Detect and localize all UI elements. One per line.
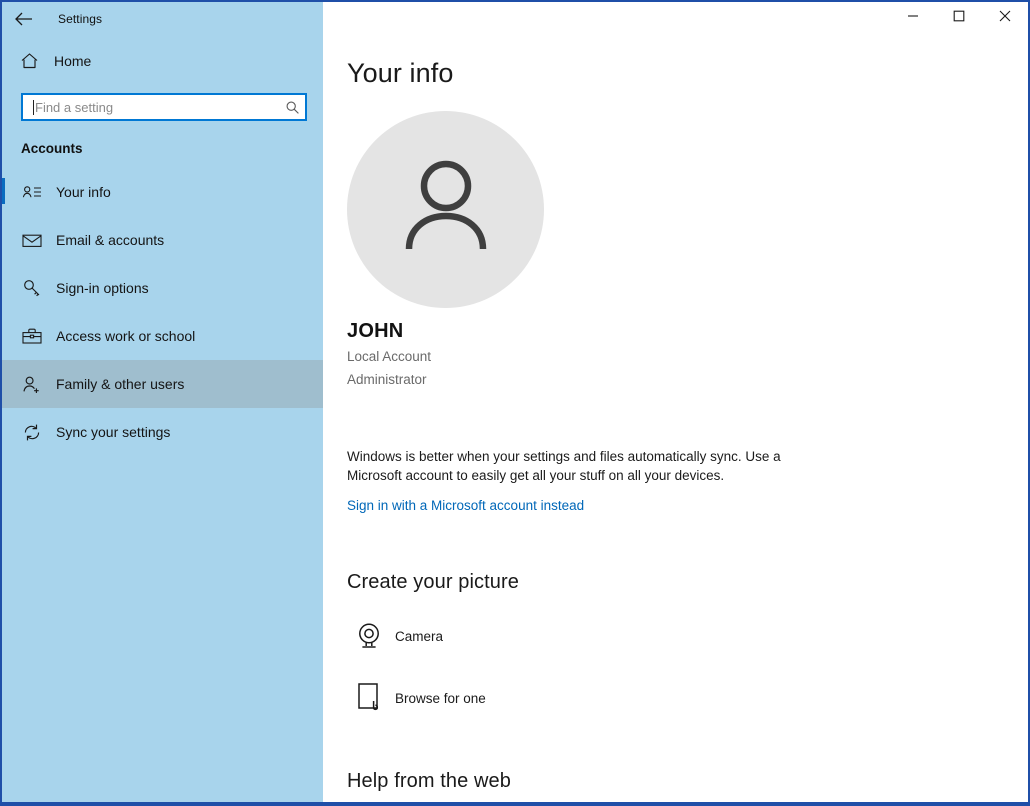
help-from-web-heading: Help from the web [347,770,1028,793]
browse-file-icon [347,678,391,718]
envelope-icon [21,229,43,251]
home-icon [20,52,42,70]
sidebar-item-label: Sign-in options [56,280,149,296]
sidebar-item-access-work-school[interactable]: Access work or school [2,312,323,360]
sidebar-item-sign-in-options[interactable]: Sign-in options [2,264,323,312]
webcam-icon [347,616,391,656]
sidebar-item-email-accounts[interactable]: Email & accounts [2,216,323,264]
account-name: JOHN [347,320,1028,343]
settings-window: Settings [0,0,1030,806]
window-title: Settings [58,12,102,26]
sidebar-section-title: Accounts [21,141,323,156]
minimize-button[interactable] [890,2,936,34]
avatar [347,111,544,308]
title-bar: Settings [2,2,1028,36]
minimize-icon [907,9,919,27]
person-avatar-icon [392,153,500,266]
sidebar-item-your-info[interactable]: Your info [2,168,323,216]
maximize-icon [953,9,965,27]
main-content: Your info JOHN Local Account Administrat… [323,36,1028,804]
window-controls [323,2,1028,36]
sync-description: Windows is better when your settings and… [347,447,807,485]
key-icon [21,277,43,299]
search-input[interactable] [23,96,279,118]
sidebar-item-family-other-users[interactable]: Family & other users [2,360,323,408]
sidebar: Home Accounts [2,36,323,804]
sidebar-item-label: Family & other users [56,376,184,392]
search-caret [33,100,34,115]
sidebar-item-label: Your info [56,184,111,200]
sync-icon [21,421,43,443]
briefcase-icon [21,325,43,347]
contact-card-icon [21,181,43,203]
sidebar-item-label: Access work or school [56,328,195,344]
close-icon [999,9,1011,27]
camera-label: Camera [395,629,443,644]
close-button[interactable] [982,2,1028,34]
page-title: Your info [347,58,1028,89]
back-arrow-icon [15,12,33,26]
selection-indicator [2,178,5,204]
sidebar-item-sync-your-settings[interactable]: Sync your settings [2,408,323,456]
create-picture-heading: Create your picture [347,571,1028,594]
search-icon [279,100,305,115]
account-type: Local Account [347,347,1028,366]
browse-option[interactable]: Browse for one [347,678,647,718]
browse-label: Browse for one [395,691,486,706]
back-button[interactable] [2,3,46,35]
account-role: Administrator [347,370,1028,389]
sidebar-home-label: Home [54,53,91,69]
search-box[interactable] [21,93,307,121]
sidebar-item-home[interactable]: Home [2,42,323,80]
sidebar-item-label: Email & accounts [56,232,164,248]
title-bar-left: Settings [2,2,323,36]
camera-option[interactable]: Camera [347,616,647,656]
maximize-button[interactable] [936,2,982,34]
sidebar-item-label: Sync your settings [56,424,170,440]
sign-in-microsoft-link[interactable]: Sign in with a Microsoft account instead [347,498,584,513]
sidebar-nav: Your info Email & accounts [2,168,323,456]
person-plus-icon [21,373,43,395]
